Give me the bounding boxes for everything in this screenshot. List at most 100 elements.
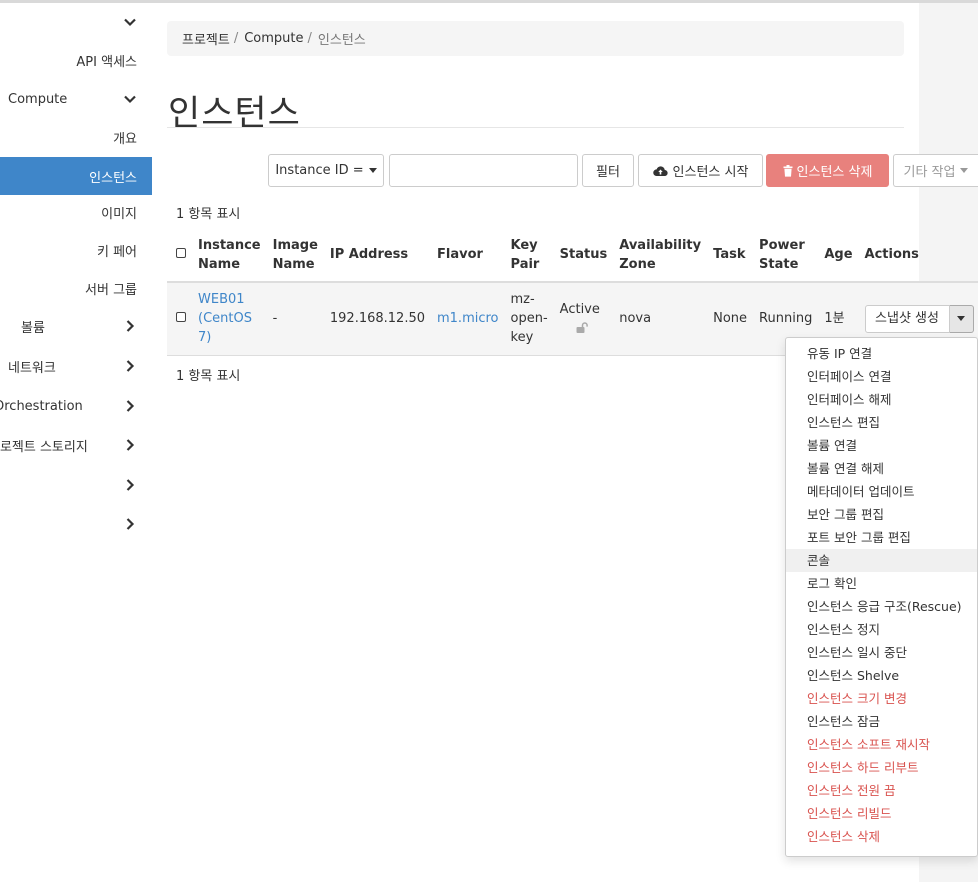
menu-item-delete-instance[interactable]: 인스턴스 삭제	[786, 825, 977, 848]
menu-item-soft-reboot[interactable]: 인스턴스 소프트 재시작	[786, 733, 977, 756]
menu-item-resize-instance[interactable]: 인스턴스 크기 변경	[786, 687, 977, 710]
sidebar-item-label: 네트워크	[8, 360, 56, 376]
chevron-right-icon	[126, 518, 135, 530]
sidebar-item-server-groups[interactable]: 서버 그룹	[0, 269, 152, 307]
menu-item-view-log[interactable]: 로그 확인	[786, 572, 977, 595]
chevron-down-icon	[124, 18, 136, 27]
sidebar-item-label: 서버 그룹	[85, 282, 137, 298]
column-instance-name[interactable]: Instance Name	[192, 228, 267, 283]
launch-instance-label: 인스턴스 시작	[672, 165, 749, 180]
column-status[interactable]: Status	[553, 228, 614, 283]
delete-instances-label: 인스턴스 삭제	[796, 165, 873, 180]
column-image-name[interactable]: Image Name	[266, 228, 324, 283]
ip-address-cell: 192.168.12.50	[323, 282, 431, 356]
menu-item-attach-interface[interactable]: 인터페이스 연결	[786, 365, 977, 388]
sidebar-item-top[interactable]	[0, 3, 152, 41]
caret-down-icon	[368, 168, 377, 173]
sidebar-item-object-storage[interactable]: 프로젝트 스토리지	[0, 426, 152, 464]
sidebar-item-instances[interactable]: 인스턴스	[0, 157, 152, 195]
menu-item-attach-volume[interactable]: 볼륨 연결	[786, 434, 977, 457]
flavor-cell: m1.micro	[431, 282, 505, 356]
menu-item-detach-volume[interactable]: 볼륨 연결 해제	[786, 457, 977, 480]
menu-item-hard-reboot[interactable]: 인스턴스 하드 리부트	[786, 756, 977, 779]
menu-item-detach-interface[interactable]: 인터페이스 해제	[786, 388, 977, 411]
chevron-right-icon	[126, 360, 135, 372]
column-power-state[interactable]: Power State	[753, 228, 819, 283]
sidebar-item-images[interactable]: 이미지	[0, 193, 152, 231]
task-cell: None	[707, 282, 754, 356]
unlock-icon	[576, 322, 588, 333]
breadcrumb: 프로젝트 / Compute / 인스턴스	[167, 21, 904, 56]
sidebar-item-volumes[interactable]: 볼륨	[0, 307, 152, 345]
sidebar-item-network[interactable]: 네트워크	[0, 347, 152, 385]
select-all-checkbox[interactable]	[176, 248, 186, 258]
column-availability-zone[interactable]: Availability Zone	[613, 228, 708, 283]
menu-item-associate-floating-ip[interactable]: 유동 IP 연결	[786, 342, 977, 365]
menu-item-update-metadata[interactable]: 메타데이터 업데이트	[786, 480, 977, 503]
sidebar-item-label: 프로젝트 스토리지	[0, 439, 88, 455]
chevron-right-icon	[126, 400, 135, 412]
row-actions-toggle[interactable]	[949, 304, 974, 333]
menu-item-edit-port-security-groups[interactable]: 포트 보안 그룹 편집	[786, 526, 977, 549]
table-header-row: Instance Name Image Name IP Address Flavor…	[167, 228, 978, 283]
sidebar-item-orchestration[interactable]: Orchestration	[0, 387, 152, 425]
menu-item-lock-instance[interactable]: 인스턴스 잠금	[786, 710, 977, 733]
sidebar-item-label: 키 페어	[96, 244, 137, 260]
more-actions-label: 기타 작업	[903, 165, 956, 180]
sidebar-item-label: 이미지	[101, 206, 137, 222]
breadcrumb-item-compute[interactable]: Compute	[244, 31, 303, 46]
filter-field-label: Instance ID =	[275, 163, 364, 178]
select-all-header	[167, 228, 192, 283]
items-count-top: 1 항목 표시	[176, 207, 241, 222]
column-age[interactable]: Age	[818, 228, 859, 283]
row-actions-split-button: 스냅샷 생성	[864, 304, 974, 333]
sidebar-item-label: 볼륨	[21, 320, 45, 336]
sidebar-item-api-access[interactable]: API 액세스	[0, 41, 152, 79]
breadcrumb-separator: /	[307, 31, 312, 46]
column-ip-address[interactable]: IP Address	[323, 228, 431, 283]
filter-button[interactable]: 필터	[582, 154, 634, 187]
image-name-cell: -	[266, 282, 324, 356]
launch-instance-button[interactable]: 인스턴스 시작	[638, 154, 763, 187]
instance-name-link[interactable]: WEB01 (CentOS 7)	[198, 292, 252, 345]
filter-input[interactable]	[389, 154, 578, 187]
column-flavor[interactable]: Flavor	[431, 228, 505, 283]
more-actions-button[interactable]: 기타 작업	[893, 154, 978, 187]
sidebar-item-compute[interactable]: Compute	[0, 80, 152, 118]
sidebar-item-collapsed-2[interactable]	[0, 505, 152, 543]
row-checkbox[interactable]	[176, 312, 186, 323]
sidebar-item-key-pairs[interactable]: 키 페어	[0, 231, 152, 269]
availability-zone-cell: nova	[613, 282, 708, 356]
delete-instances-button[interactable]: 인스턴스 삭제	[766, 154, 889, 187]
key-pair-cell: mz-open-key	[504, 282, 554, 356]
menu-item-pause-instance[interactable]: 인스턴스 정지	[786, 618, 977, 641]
trash-icon	[783, 164, 793, 177]
menu-item-shut-off[interactable]: 인스턴스 전원 끔	[786, 779, 977, 802]
chevron-down-icon	[124, 95, 136, 104]
chevron-right-icon	[126, 439, 135, 451]
menu-item-console[interactable]: 콘솔	[786, 549, 977, 572]
sidebar-item-label: 인스턴스	[89, 170, 137, 186]
filter-field-select[interactable]: Instance ID =	[268, 154, 384, 187]
menu-item-shelve-instance[interactable]: 인스턴스 Shelve	[786, 664, 977, 687]
menu-item-suspend-instance[interactable]: 인스턴스 일시 중단	[786, 641, 977, 664]
menu-item-edit-security-groups[interactable]: 보안 그룹 편집	[786, 503, 977, 526]
menu-item-edit-instance[interactable]: 인스턴스 편집	[786, 411, 977, 434]
column-key-pair[interactable]: Key Pair	[504, 228, 554, 283]
sidebar-item-overview[interactable]: 개요	[0, 118, 152, 156]
status-text: Active	[559, 301, 600, 317]
title-divider	[167, 127, 904, 128]
instance-name-cell: WEB01 (CentOS 7)	[192, 282, 267, 356]
menu-item-rebuild-instance[interactable]: 인스턴스 리빌드	[786, 802, 977, 825]
flavor-link[interactable]: m1.micro	[437, 311, 499, 326]
chevron-right-icon	[126, 479, 135, 491]
row-actions-menu: 유동 IP 연결 인터페이스 연결 인터페이스 해제 인스턴스 편집 볼륨 연결…	[785, 337, 978, 857]
cloud-upload-icon	[652, 165, 668, 176]
breadcrumb-item-current: 인스턴스	[317, 33, 366, 48]
create-snapshot-button[interactable]: 스냅샷 생성	[864, 304, 950, 333]
sidebar-item-collapsed-1[interactable]	[0, 466, 152, 504]
breadcrumb-item-project[interactable]: 프로젝트	[182, 29, 230, 48]
column-task[interactable]: Task	[707, 228, 754, 283]
sidebar-item-label: API 액세스	[76, 54, 137, 70]
menu-item-rescue-instance[interactable]: 인스턴스 응급 구조(Rescue)	[786, 595, 977, 618]
